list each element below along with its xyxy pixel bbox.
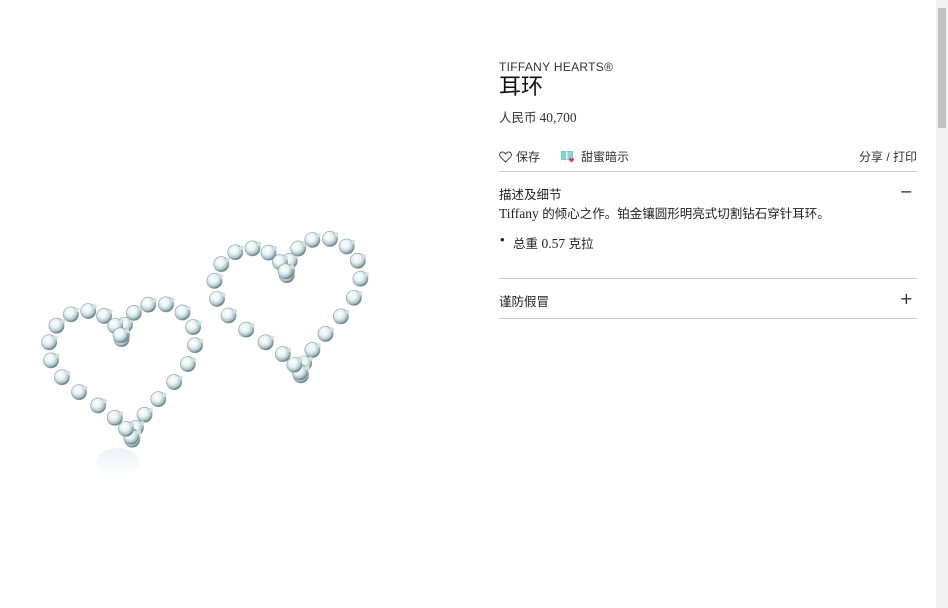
hint-label: 甜蜜暗示 <box>581 150 630 164</box>
heart-earrings-image <box>41 231 369 476</box>
product-price: 人民币 40,700 <box>499 107 577 126</box>
divider <box>499 171 917 172</box>
gift-box-icon <box>561 150 575 162</box>
accordion-description-title[interactable]: 描述及细节 <box>499 184 562 203</box>
scrollbar[interactable] <box>936 0 948 608</box>
product-image <box>0 0 480 608</box>
collapse-icon[interactable]: − <box>900 184 913 200</box>
save-button[interactable]: 保存 <box>499 148 540 165</box>
divider <box>499 318 917 319</box>
product-title: 耳环 <box>499 75 544 100</box>
expand-icon[interactable]: + <box>900 291 913 307</box>
price-value: 40,700 <box>539 110 577 125</box>
accordion-counterfeit-title[interactable]: 谨防假冒 <box>499 291 549 310</box>
product-actions: 保存 甜蜜暗示 分享 / 打印 <box>499 148 917 166</box>
scrollbar-thumb[interactable] <box>938 8 946 128</box>
share-print-label: 分享 / 打印 <box>858 150 917 164</box>
product-description: Tiffany 的倾心之作。铂金镶圆形明亮式切割钻石穿针耳环。 <box>499 203 830 222</box>
price-currency: 人民币 <box>499 111 537 125</box>
description-text: 的倾心之作。铂金镶圆形明亮式切割钻石穿针耳环。 <box>538 207 830 221</box>
save-label: 保存 <box>516 150 541 164</box>
heart-outline-icon <box>499 151 512 163</box>
left-earring <box>41 296 204 448</box>
collection-name: TIFFANY HEARTS® <box>499 60 614 74</box>
spec-list: 总重 0.57 克拉 <box>499 232 594 252</box>
list-item: 总重 0.57 克拉 <box>499 232 594 252</box>
description-brand: Tiffany <box>499 206 539 221</box>
hint-button[interactable]: 甜蜜暗示 <box>561 148 629 165</box>
spec-label: 总重 <box>513 237 539 251</box>
spec-unit: 克拉 <box>568 237 594 251</box>
share-print-link[interactable]: 分享 / 打印 <box>859 148 917 165</box>
right-earring <box>206 231 369 384</box>
divider <box>499 278 917 279</box>
spec-value: 0.57 <box>541 236 566 251</box>
